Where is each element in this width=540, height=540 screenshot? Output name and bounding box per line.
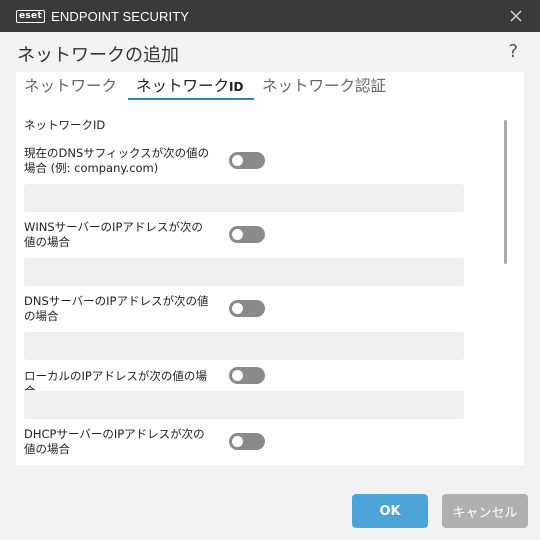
dns-suffix-input[interactable] [24,184,464,212]
product-name: ENDPOINT SECURITY [51,9,190,24]
dns-server-input[interactable] [24,332,464,360]
eset-logo: eset ENDPOINT SECURITY [16,9,189,24]
title-bar: eset ENDPOINT SECURITY [0,0,540,32]
cancel-button[interactable]: キャンセル [442,494,528,528]
ok-button[interactable]: OK [352,494,428,528]
wins-server-toggle[interactable] [229,226,265,243]
tab-network-auth[interactable]: ネットワーク認証 [262,74,386,96]
dns-suffix-toggle[interactable] [229,152,265,169]
local-ip-toggle[interactable] [229,367,265,384]
wins-server-input[interactable] [24,258,464,286]
toggle-knob [232,436,243,447]
tab-network-id-suffix: ID [229,80,244,94]
toggle-knob [232,229,243,240]
dhcp-server-label: DHCPサーバーのIPアドレスが次の値の場合 [24,427,205,456]
help-button[interactable]: ? [508,41,518,62]
tab-network[interactable]: ネットワーク [24,74,117,96]
active-tab-indicator [128,98,254,100]
wins-server-label: WINSサーバーのIPアドレスが次の値の場合 [24,220,203,249]
close-button[interactable] [508,8,524,24]
settings-panel: ネットワーク ネットワークID ネットワーク認証 ネットワークID 現在のDNS… [16,72,524,465]
dialog-title: ネットワークの追加 [17,45,179,66]
local-ip-input[interactable] [24,391,464,419]
vertical-scrollbar[interactable] [504,120,507,264]
close-icon [510,10,522,22]
dns-server-label: DNSサーバーのIPアドレスが次の値の場合 [24,294,209,323]
dhcp-server-toggle[interactable] [229,433,265,450]
toggle-knob [232,155,243,166]
dns-suffix-label: 現在のDNSサフィックスが次の値の場合 (例: company.com) [24,146,210,175]
tab-bar: ネットワーク ネットワークID ネットワーク認証 [16,72,524,100]
dns-server-toggle[interactable] [229,300,265,317]
toggle-knob [232,303,243,314]
toggle-knob [232,370,243,381]
tab-network-id[interactable]: ネットワークID [136,74,243,96]
eset-logo-mark: eset [16,10,46,23]
tab-network-id-label: ネットワーク [136,77,230,95]
section-title: ネットワークID [24,118,106,132]
